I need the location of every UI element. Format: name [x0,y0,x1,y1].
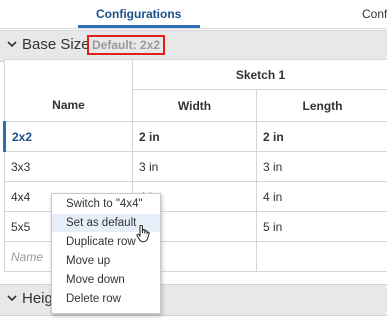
menu-item-move-up[interactable]: Move up [52,252,160,270]
active-tab-indicator [78,25,200,28]
row-width-cell[interactable]: 2 in [132,121,257,152]
row-length-cell[interactable]: 3 in [255,151,387,182]
row-width-cell[interactable]: 3 in [132,151,257,182]
chevron-down-icon[interactable] [7,294,17,302]
column-header-name[interactable]: Name [4,89,133,122]
base-size-section-header[interactable]: Base Size Default: 2x2 [0,30,387,62]
tab-bar: Configurations Conf [0,0,387,29]
default-config-label: Default: 2x2 [87,35,166,55]
row-length-cell[interactable]: 5 in [255,211,387,242]
section-title: Base Size [22,36,90,53]
new-row-length-cell[interactable] [255,241,387,272]
row-length-cell[interactable]: 4 in [255,181,387,212]
table-row[interactable]: 3x3 3 in 3 in [4,151,387,182]
column-header-width[interactable]: Width [132,89,257,122]
menu-item-delete-row[interactable]: Delete row [52,290,160,308]
sketch-group-header: Sketch 1 [131,59,387,90]
column-header-length[interactable]: Length [255,89,387,122]
row-name-cell[interactable]: 3x3 [4,151,133,182]
menu-item-move-down[interactable]: Move down [52,271,160,289]
menu-item-switch-to[interactable]: Switch to "4x4" [52,195,160,213]
chevron-down-icon[interactable] [7,40,17,48]
row-length-cell[interactable]: 2 in [255,121,387,152]
row-name-cell[interactable]: 2x2 [3,121,133,152]
row-context-menu: Switch to "4x4" Set as default Duplicate… [51,193,161,314]
tab-configurations[interactable]: Configurations [96,0,181,28]
tab-configurations-2[interactable]: Conf [362,0,387,28]
empty-header-cell [4,59,133,90]
table-row[interactable]: 2x2 2 in 2 in [3,121,387,152]
pointer-hand-icon [136,225,150,243]
section-title: Heig [22,290,53,307]
